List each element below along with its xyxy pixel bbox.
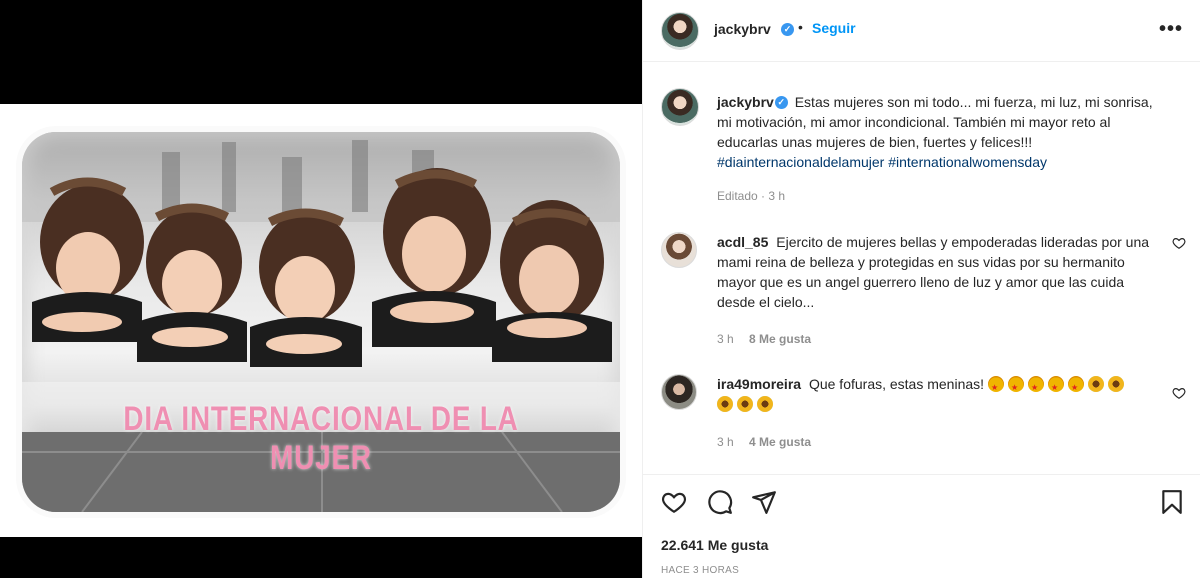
caption-avatar[interactable] [661, 88, 699, 126]
author-username[interactable]: jackybrv [714, 21, 771, 37]
sunflower-emoji-icon [1107, 376, 1124, 392]
star-struck-emoji-icon [1027, 376, 1044, 398]
sunflower-emoji-icon [1087, 376, 1104, 392]
post-header: jackybrv ✓ • Seguir ••• [643, 0, 1200, 62]
post-image[interactable]: DIA INTERNACIONAL DE LA MUJER [22, 132, 620, 512]
comment-time: 3 h [717, 435, 734, 449]
comment-text: ira49moreira Que fofuras, estas meninas! [717, 374, 1157, 414]
comment-likes[interactable]: 8 Me gusta [749, 332, 811, 346]
star-struck-emoji-icon [1067, 376, 1084, 398]
caption-username[interactable]: jackybrv [717, 94, 774, 110]
comment-meta: 3 h 4 Me gusta [717, 435, 811, 449]
star-struck-emoji-icon [1047, 376, 1064, 398]
post-actions: 22.641 Me gusta HACE 3 HORAS [643, 474, 1200, 578]
commenter-avatar[interactable] [661, 232, 697, 268]
comment-likes[interactable]: 4 Me gusta [749, 435, 811, 449]
hashtag-link[interactable]: #diainternacionaldelamujer [717, 154, 884, 170]
commenter-username[interactable]: ira49moreira [717, 376, 801, 392]
header-separator: • [798, 19, 803, 35]
share-icon[interactable] [751, 489, 777, 515]
comment-like-icon[interactable] [1172, 236, 1186, 250]
bookmark-icon[interactable] [1159, 489, 1185, 515]
author-avatar[interactable] [661, 12, 699, 50]
follow-button[interactable]: Seguir [812, 20, 856, 36]
commenter-username[interactable]: acdl_85 [717, 234, 768, 250]
comment-time: 3 h [717, 332, 734, 346]
image-caption-text: DIA INTERNACIONAL DE LA MUJER [123, 400, 519, 477]
post-media-pane: DIA INTERNACIONAL DE LA MUJER [0, 0, 642, 578]
sunflower-emoji-icon [717, 396, 733, 412]
comment-text: acdl_85 Ejercito de mujeres bellas y emp… [717, 232, 1157, 312]
heart-icon[interactable] [661, 489, 687, 515]
comment-like-icon[interactable] [1172, 386, 1186, 400]
hashtag-link[interactable]: #internationalwomensday [888, 154, 1047, 170]
star-struck-emoji-icon [987, 376, 1004, 398]
post-likes-count[interactable]: 22.641 Me gusta [661, 537, 768, 553]
post-side-panel: jackybrv ✓ • Seguir ••• jackybrv ✓ Estas … [642, 0, 1200, 578]
sunflower-emoji-icon [757, 396, 773, 412]
comment-body: Que fofuras, estas meninas! [808, 376, 985, 392]
commenter-avatar[interactable] [661, 374, 697, 410]
verified-badge-icon: ✓ [774, 95, 788, 109]
post-time-ago: HACE 3 HORAS [661, 565, 740, 576]
comment-icon[interactable] [707, 489, 733, 515]
caption-edited-time: Editado · 3 h [717, 189, 786, 203]
more-options-icon[interactable]: ••• [1159, 18, 1183, 41]
comment-meta: 3 h 8 Me gusta [717, 332, 811, 346]
star-struck-emoji-icon [1007, 376, 1024, 398]
verified-badge-icon: ✓ [781, 23, 794, 36]
sunflower-emoji-icon [737, 396, 753, 412]
caption-text: jackybrv ✓ Estas mujeres son mi todo... m… [717, 92, 1157, 172]
comment-body: Ejercito de mujeres bellas y empoderadas… [717, 234, 1150, 310]
